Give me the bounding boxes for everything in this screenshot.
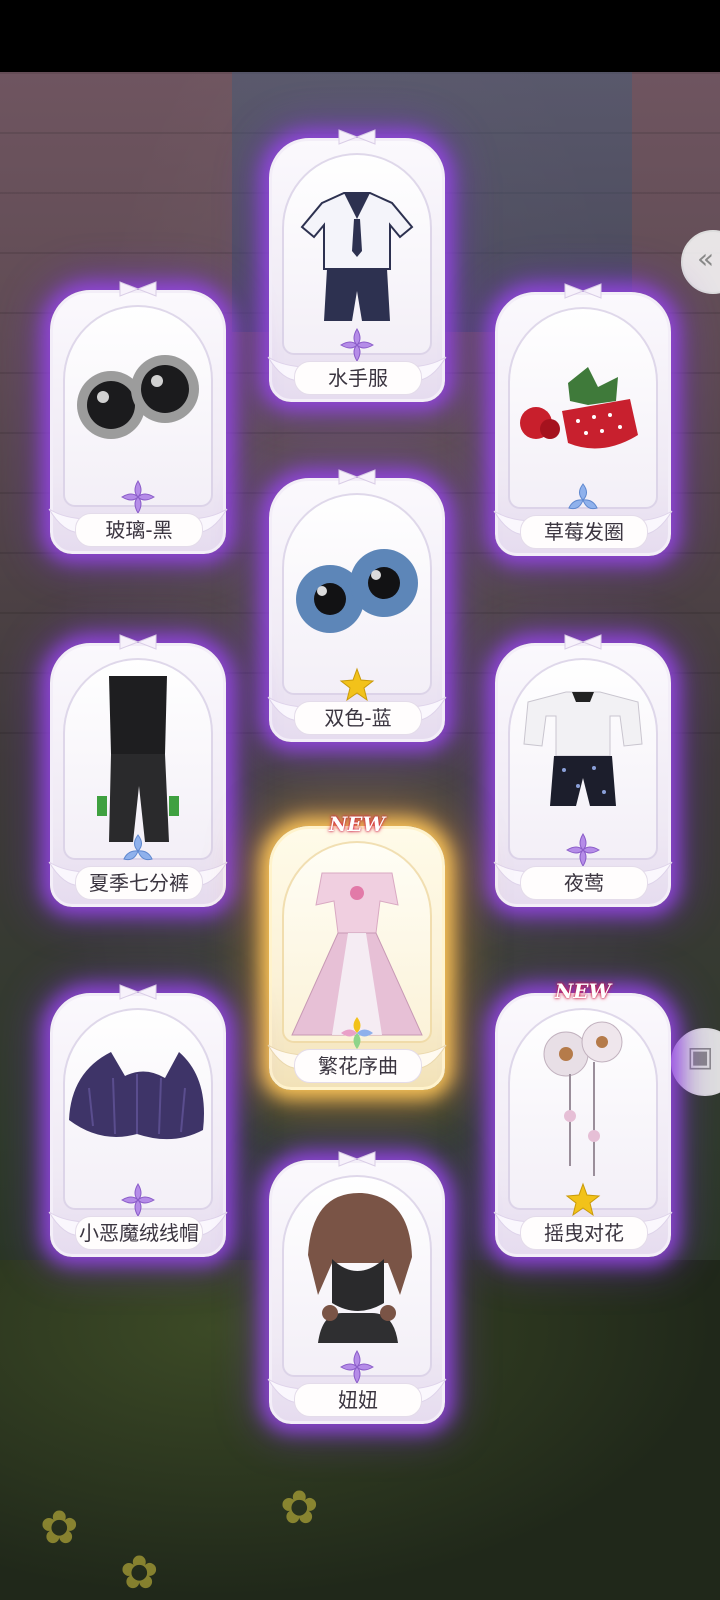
wardrobe-icon: ▣ xyxy=(687,1040,714,1073)
item-card-niuniu-hair[interactable]: 妞妞 xyxy=(267,1151,447,1424)
item-card-glass-black[interactable]: 玻璃-黑 xyxy=(48,281,228,554)
item-name: 双色-蓝 xyxy=(294,701,422,735)
purple-rarity-gem-icon xyxy=(340,328,374,362)
item-card-little-devil-beanie[interactable]: 小恶魔绒线帽 xyxy=(48,984,228,1257)
gold-rarity-gem-icon xyxy=(565,1182,601,1217)
purple-rarity-gem-icon xyxy=(340,1350,374,1384)
item-name: 摇曳对花 xyxy=(520,1216,648,1250)
chevron-left-icon: « xyxy=(697,242,715,275)
item-name: 夏季七分裤 xyxy=(75,866,203,900)
item-name: 繁花序曲 xyxy=(294,1049,422,1083)
item-name: 妞妞 xyxy=(294,1383,422,1417)
item-card-strawberry-scrunchie[interactable]: 草莓发圈 xyxy=(493,283,673,556)
item-card-summer-capris[interactable]: 夏季七分裤 xyxy=(48,634,228,907)
flower-decoration: ✿ xyxy=(120,1545,159,1599)
status-bar xyxy=(0,0,720,72)
item-name: 水手服 xyxy=(294,361,422,395)
blue-rarity-gem-icon xyxy=(568,483,598,510)
purple-rarity-gem-icon xyxy=(566,833,600,867)
item-card-floral-overture[interactable]: NEW 繁花序曲 xyxy=(267,812,447,1090)
purple-rarity-gem-icon xyxy=(121,480,155,514)
item-name: 小恶魔绒线帽 xyxy=(75,1216,203,1250)
item-name: 夜莺 xyxy=(520,866,648,900)
item-name: 草莓发圈 xyxy=(520,515,648,549)
item-name: 玻璃-黑 xyxy=(75,513,203,547)
rainbow-rarity-gem-icon xyxy=(341,1017,373,1049)
blue-rarity-gem-icon xyxy=(123,834,153,861)
item-card-sailor-outfit[interactable]: 水手服 xyxy=(267,129,447,402)
item-card-nightingale[interactable]: 夜莺 xyxy=(493,634,673,907)
flower-decoration: ✿ xyxy=(280,1480,319,1534)
item-card-bicolor-blue[interactable]: 双色-蓝 xyxy=(267,469,447,742)
gold-rarity-gem-icon xyxy=(339,667,375,702)
purple-rarity-gem-icon xyxy=(121,1183,155,1217)
flower-decoration: ✿ xyxy=(40,1500,79,1554)
item-card-swaying-flowers[interactable]: NEW 摇曳对花 xyxy=(493,979,673,1257)
